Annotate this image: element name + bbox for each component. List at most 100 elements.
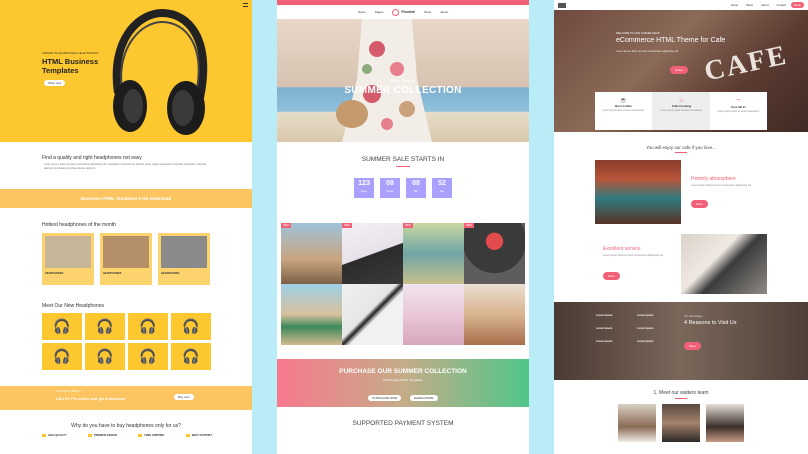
headphone-tile[interactable]: 🎧 — [42, 343, 82, 370]
sale-title: SUMMER SALE STARTS IN — [361, 156, 445, 163]
new-tag: NEW — [403, 223, 413, 228]
product-card[interactable]: HEADPHONES — [42, 233, 94, 285]
product-name: HEADPHONES — [45, 272, 64, 275]
why-item: BEST SUPPORT — [185, 434, 212, 437]
homely-more-button[interactable]: More — [691, 200, 708, 208]
download-banner[interactable]: Business HTML Templates Free Download — [0, 189, 252, 208]
product-tile[interactable] — [342, 284, 403, 345]
headphone-tile[interactable]: 🎧 — [42, 313, 82, 340]
product-tile[interactable] — [403, 284, 464, 345]
product-tile[interactable]: NEW — [281, 223, 342, 284]
hero-section: A BRAND OF HEADPHONES & ELECTRONICS HTML… — [0, 0, 252, 142]
countdown-label: Days — [361, 190, 367, 193]
nav-cta-button[interactable]: Book — [791, 2, 804, 8]
headphones-grid: 🎧 🎧 🎧 🎧 🎧 🎧 🎧 🎧 — [42, 313, 211, 371]
headphone-tile[interactable]: 🎧 — [85, 343, 125, 370]
reasons-more-button[interactable]: More — [684, 342, 701, 350]
logo-icon[interactable] — [558, 2, 566, 8]
service-more-button[interactable]: More — [603, 272, 620, 280]
feature-text: Lorem ipsum dolor sit amet consectetur — [660, 109, 703, 112]
team-photos — [618, 404, 744, 442]
payment-title: SUPPORTED PAYMENT SYSTEM — [352, 420, 454, 427]
main-nav: Home Menu About Contact Book — [554, 0, 808, 10]
nav-item-contact[interactable]: Contact — [777, 3, 787, 7]
waiter-photo[interactable] — [618, 404, 656, 442]
intro-text: Lorem ipsum dolor sit amet consectetur a… — [44, 163, 207, 170]
homely-title: Homely atmosphere — [691, 176, 736, 182]
menu-icon[interactable] — [243, 3, 248, 7]
product-tile[interactable] — [281, 284, 342, 345]
why-item: HIGH QUALITY — [42, 434, 67, 437]
headphone-tile[interactable]: 🎧 — [85, 313, 125, 340]
main-nav: Home Pages Flourish Store About — [277, 6, 529, 18]
hero-title: eCommerce HTML Theme for Cafe — [616, 37, 726, 44]
countdown-box: 08 Min — [406, 178, 426, 198]
product-card[interactable]: HEADPHONES — [158, 233, 210, 285]
why-item: PREMIUM DESIGN — [88, 434, 117, 437]
nav-item-about[interactable]: About — [440, 10, 448, 14]
countdown-value: 08 — [412, 180, 420, 187]
reasons-section: Lorem ipsum Lorem ipsum Lorem ipsum Lore… — [554, 302, 808, 380]
reasons-list: Lorem ipsum Lorem ipsum Lorem ipsum Lore… — [596, 314, 678, 343]
homely-text: Lorem ipsum dolor sit amet consectetur a… — [691, 184, 752, 187]
purchase-now-button[interactable]: PURCHASE NOW — [368, 395, 402, 401]
cafe-template-panel: Home Menu About Contact Book CAFE WELCOM… — [554, 0, 808, 454]
product-grid: NEW NEW NEW NEW — [281, 223, 525, 345]
countdown: 123 Days 08 Hours 08 Min 52 Sec — [354, 178, 452, 198]
hero-section: Design Template SUMMER COLLECTION — [277, 19, 529, 142]
download-banner-text: Business HTML Templates Free Download — [80, 196, 172, 201]
feature-text: Lorem ipsum dolor sit amet consectetur — [602, 109, 645, 112]
hero-cta-button[interactable]: Shop now — [44, 80, 66, 86]
waiter-photo[interactable] — [662, 404, 700, 442]
new-tag: NEW — [342, 223, 352, 228]
headphones-image — [112, 8, 208, 135]
hottest-title: Hottest headphones of the month — [42, 222, 116, 228]
headphone-tile[interactable]: 🎧 — [128, 343, 168, 370]
love-divider — [675, 152, 687, 153]
service-text: Lorem ipsum dolor sit amet consectetur a… — [603, 254, 664, 257]
headphones-template-panel: A BRAND OF HEADPHONES & ELECTRONICS HTML… — [0, 0, 252, 454]
reason-item: Lorem ipsum — [637, 327, 654, 330]
headphone-tile[interactable]: 🎧 — [171, 313, 211, 340]
waiter-photo[interactable] — [706, 404, 744, 442]
service-image — [681, 234, 767, 294]
nav-item-pages[interactable]: Pages — [375, 10, 384, 14]
hero-cta-button[interactable]: Order — [670, 66, 688, 74]
logo-icon — [392, 8, 400, 16]
nav-item-store[interactable]: Store — [424, 10, 431, 14]
countdown-box: 08 Hours — [380, 178, 400, 198]
hero-kicker: WELCOME TO OUR COFFEE SHOP — [616, 32, 660, 35]
product-tile[interactable] — [464, 284, 525, 345]
features-row: ☕ Best Coffee Lorem ipsum dolor sit amet… — [595, 92, 767, 130]
feature-text: Lorem ipsum dolor sit amet consectetur — [717, 110, 760, 113]
product-tile[interactable]: NEW — [464, 223, 525, 284]
countdown-label: Sec — [439, 190, 445, 193]
top-bar: Free Shipping Today Shop Now — [277, 0, 529, 14]
hero-text: Lorem ipsum dolor sit amet consectetur a… — [616, 50, 679, 53]
feature-card[interactable]: ⌔ Free Wi-Fi Lorem ipsum dolor sit amet … — [710, 92, 767, 130]
purchase-section: PURCHASE OUR SUMMER COLLECTION Web Desig… — [277, 359, 529, 407]
nav-item-home[interactable]: Home — [358, 10, 366, 14]
meet-title: Meet Our New Headphones — [42, 303, 104, 309]
product-tile[interactable]: NEW — [342, 223, 403, 284]
hero-title: SUMMER COLLECTION — [344, 85, 462, 96]
purchase-subtitle: Web Design HTML Templates — [383, 378, 423, 382]
hero-subtitle: Design Template — [389, 79, 416, 83]
nav-item-home[interactable]: Home — [731, 3, 738, 7]
learn-more-button[interactable]: LEARN MORE — [409, 395, 438, 401]
headphone-tile[interactable]: 🎧 — [171, 343, 211, 370]
countdown-label: Hours — [386, 190, 394, 193]
logo[interactable]: Flourish — [392, 8, 415, 16]
reasons-title: 4 Reasons to Visit Us — [684, 320, 737, 326]
promo-cta-button[interactable]: Buy now — [174, 394, 194, 400]
nav-item-about[interactable]: About — [761, 3, 768, 7]
feature-card[interactable]: ♨ Cafe Cooking Lorem ipsum dolor sit ame… — [653, 92, 710, 130]
product-card[interactable]: HEADPHONES — [100, 233, 152, 285]
product-image — [45, 236, 91, 268]
product-tile[interactable]: NEW — [403, 223, 464, 284]
service-title: Excellent service — [603, 246, 641, 252]
feature-card[interactable]: ☕ Best Coffee Lorem ipsum dolor sit amet… — [595, 92, 653, 130]
headphone-tile[interactable]: 🎧 — [128, 313, 168, 340]
countdown-box: 123 Days — [354, 178, 374, 198]
nav-item-menu[interactable]: Menu — [746, 3, 753, 7]
